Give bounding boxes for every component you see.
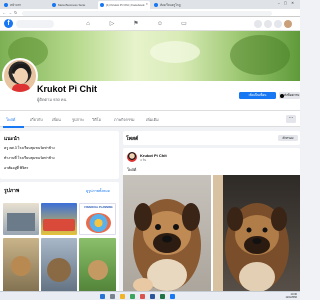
more-options-icon[interactable]: ··· xyxy=(286,115,296,123)
tab-more[interactable]: เพิ่มเติม xyxy=(146,117,159,123)
intro-card: แนะนำ ครู คศ.3 โรงเรียนชุมชนวัดท่าช้าง ท… xyxy=(0,131,119,179)
favicon-icon xyxy=(100,3,104,7)
photos-title: รูปภาพ xyxy=(4,188,20,194)
menu-icon[interactable] xyxy=(254,20,262,28)
tab-posts[interactable]: โพสต์ xyxy=(6,117,15,123)
messenger-icon[interactable] xyxy=(264,20,272,28)
video-icon[interactable]: ▷ xyxy=(108,20,116,28)
tab-friends[interactable]: เพื่อน xyxy=(52,117,61,123)
browser-tab[interactable]: Meta Business Suite xyxy=(50,1,96,9)
chrome-icon[interactable] xyxy=(130,294,135,299)
groups-icon[interactable]: ☺ xyxy=(156,20,164,28)
file-explorer-icon[interactable] xyxy=(120,294,125,299)
tab-photos[interactable]: รูปภาพ xyxy=(72,117,84,123)
puppy-image xyxy=(133,199,201,292)
photo-thumbnail[interactable] xyxy=(3,238,39,298)
window-controls[interactable]: –▢✕ xyxy=(278,1,298,5)
see-all-photos-link[interactable]: ดูรูปภาพทั้งหมด xyxy=(86,188,110,194)
favicon-icon xyxy=(52,3,56,7)
intro-title: แนะนำ xyxy=(4,136,20,142)
photo-thumbnail[interactable]: FINANCIAL PLANNING xyxy=(79,203,116,235)
follower-count[interactable]: ผู้ติดตาม 930 คน xyxy=(37,96,66,103)
tab-events[interactable]: ภาพกิจกรรม xyxy=(114,117,135,123)
profile-avatar[interactable] xyxy=(2,58,38,94)
post-photo[interactable] xyxy=(213,175,300,300)
cover-photo[interactable] xyxy=(0,31,300,81)
tab-videos[interactable]: วิดีโอ xyxy=(92,117,101,123)
puppy-image xyxy=(213,175,289,300)
browser-tab-bar: หน้าแรก Meta Business Suite (1) Krukot P… xyxy=(0,0,300,9)
notifications-icon[interactable] xyxy=(274,20,282,28)
browser-tab[interactable]: หน้าแรก xyxy=(2,1,48,9)
planning-label: FINANCIAL PLANNING xyxy=(84,206,113,209)
post-timestamp[interactable]: 4 วัน xyxy=(140,158,146,163)
start-menu-icon[interactable] xyxy=(100,294,105,299)
profile-name: Krukot Pi Chit xyxy=(37,84,97,94)
profile-tabs: โพสต์ เกี่ยวกับ เพื่อน รูปภาพ วิดีโอ ภาพ… xyxy=(0,110,300,128)
tab-about[interactable]: เกี่ยวกับ xyxy=(30,117,43,123)
post-author-avatar[interactable] xyxy=(127,152,137,162)
photo-thumbnail[interactable] xyxy=(79,238,116,298)
photo-thumbnail[interactable] xyxy=(41,238,77,298)
home-icon[interactable]: ⌂ xyxy=(84,20,92,28)
active-tab-indicator xyxy=(3,126,24,128)
messenger-icon xyxy=(280,93,284,98)
app-icon[interactable] xyxy=(140,294,145,299)
intro-workplace: ทำงานที่ โรงเรียนชุมชนวัดท่าช้าง xyxy=(4,156,55,160)
facebook-top-nav: f ⌂ ▷ ⚑ ☺ ▭ xyxy=(0,17,300,31)
favicon-icon xyxy=(154,3,158,7)
browser-tab-label: หน้าแรก xyxy=(10,2,22,7)
photos-card: รูปภาพ ดูรูปภาพทั้งหมด FINANCIAL PLANNIN… xyxy=(0,182,119,300)
word-icon[interactable] xyxy=(150,294,155,299)
clock-date: 12/4/2566 xyxy=(285,296,297,300)
intro-location: อาศัยอยู่ที่ พิจิตร xyxy=(4,166,29,170)
facebook-search-input[interactable] xyxy=(16,20,54,28)
photo-thumbnail[interactable] xyxy=(41,203,77,235)
message-button-label: ส่งข้อความ xyxy=(284,93,300,97)
favicon-icon xyxy=(4,3,8,7)
nav-arrows-icon[interactable]: ←→↻ xyxy=(2,10,19,15)
search-icon[interactable] xyxy=(110,294,115,299)
posts-title: โพสต์ xyxy=(126,136,139,142)
browser-tab-active[interactable]: (1) Krukot Pi Chit | Facebook ✕ xyxy=(98,1,150,9)
account-avatar[interactable] xyxy=(284,20,292,28)
photo-thumbnail[interactable] xyxy=(3,203,39,235)
intro-work: ครู คศ.3 โรงเรียนชุมชนวัดท่าช้าง xyxy=(4,146,55,150)
post-text: โพสต์ xyxy=(127,168,137,172)
post-card: Krukot Pi Chit 4 วัน โพสต์ xyxy=(123,148,300,300)
add-friend-button[interactable]: เพิ่มเป็นเพื่อน xyxy=(239,92,276,99)
marketplace-icon[interactable]: ⚑ xyxy=(132,20,140,28)
browser-tab-label: ห้องเรียนครูโกฏ xyxy=(160,2,181,7)
address-bar: ←→↻ xyxy=(0,9,300,17)
facebook-icon[interactable] xyxy=(170,294,175,299)
url-input[interactable] xyxy=(22,10,272,16)
browser-tab-label: (1) Krukot Pi Chit | Facebook xyxy=(106,3,145,7)
posts-header: โพสต์ ตัวกรอง xyxy=(123,131,300,145)
post-photo[interactable] xyxy=(123,175,211,300)
os-taskbar: 10:30 12/4/2566 xyxy=(0,291,300,300)
gaming-icon[interactable]: ▭ xyxy=(180,20,188,28)
excel-icon[interactable] xyxy=(160,294,165,299)
filter-button[interactable]: ตัวกรอง xyxy=(278,135,298,141)
facebook-logo-icon[interactable]: f xyxy=(4,19,13,28)
message-button[interactable]: ส่งข้อความ xyxy=(279,92,300,99)
close-tab-icon[interactable]: ✕ xyxy=(145,2,148,6)
system-clock[interactable]: 10:30 12/4/2566 xyxy=(285,293,297,299)
browser-tab[interactable]: ห้องเรียนครูโกฏ xyxy=(152,1,204,9)
browser-tab-label: Meta Business Suite xyxy=(58,3,86,7)
